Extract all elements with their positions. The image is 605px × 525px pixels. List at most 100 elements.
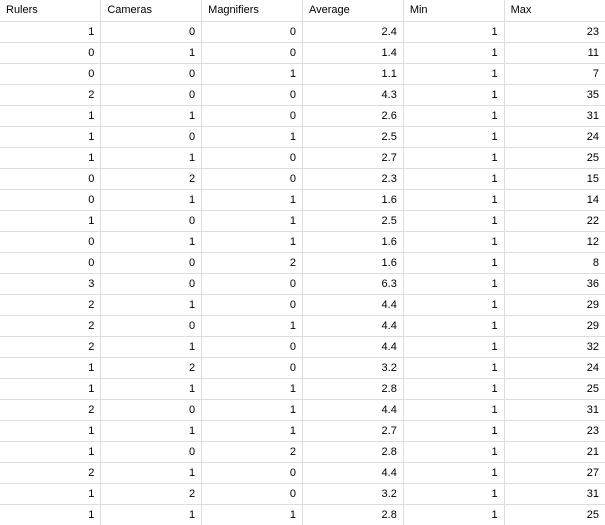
- table-cell: 1: [403, 441, 504, 462]
- table-row: 2014.4131: [0, 399, 605, 420]
- table-cell: 0: [101, 273, 202, 294]
- table-cell: 1: [403, 126, 504, 147]
- table-cell: 4.4: [302, 336, 403, 357]
- table-cell: 1: [101, 336, 202, 357]
- table-cell: 0: [0, 63, 101, 84]
- table-cell: 2.3: [302, 168, 403, 189]
- table-cell: 1: [0, 504, 101, 525]
- table-cell: 4.3: [302, 84, 403, 105]
- table-cell: 2: [101, 483, 202, 504]
- table-row: 0111.6112: [0, 231, 605, 252]
- table-row: 1203.2124: [0, 357, 605, 378]
- table-cell: 0: [202, 462, 303, 483]
- table-cell: 1: [101, 42, 202, 63]
- table-cell: 6.3: [302, 273, 403, 294]
- table-cell: 29: [504, 294, 605, 315]
- table-cell: 1: [403, 399, 504, 420]
- table-cell: 1: [403, 189, 504, 210]
- table-cell: 0: [202, 42, 303, 63]
- header-row: Rulers Cameras Magnifiers Average Min Ma…: [0, 0, 605, 21]
- table-row: 1012.5124: [0, 126, 605, 147]
- table-cell: 11: [504, 42, 605, 63]
- header-rulers: Rulers: [0, 0, 101, 21]
- table-cell: 1.6: [302, 252, 403, 273]
- table-cell: 25: [504, 378, 605, 399]
- table-cell: 2: [202, 252, 303, 273]
- table-cell: 1: [0, 21, 101, 42]
- table-cell: 1: [403, 357, 504, 378]
- table-cell: 4.4: [302, 294, 403, 315]
- table-cell: 4.4: [302, 399, 403, 420]
- table-row: 2104.4127: [0, 462, 605, 483]
- table-cell: 0: [202, 84, 303, 105]
- table-cell: 1: [0, 441, 101, 462]
- table-cell: 1: [202, 210, 303, 231]
- table-cell: 1: [0, 357, 101, 378]
- table-cell: 0: [0, 42, 101, 63]
- table-cell: 2: [0, 84, 101, 105]
- table-cell: 24: [504, 126, 605, 147]
- table-row: 1112.8125: [0, 504, 605, 525]
- table-cell: 1: [403, 336, 504, 357]
- table-cell: 0: [202, 21, 303, 42]
- table-row: 2104.4129: [0, 294, 605, 315]
- table-cell: 2: [0, 399, 101, 420]
- data-table: Rulers Cameras Magnifiers Average Min Ma…: [0, 0, 605, 525]
- table-cell: 0: [101, 252, 202, 273]
- table-cell: 1: [101, 504, 202, 525]
- table-row: 2014.4129: [0, 315, 605, 336]
- table-cell: 1: [202, 189, 303, 210]
- header-max: Max: [504, 0, 605, 21]
- table-cell: 0: [101, 210, 202, 231]
- table-cell: 35: [504, 84, 605, 105]
- table-cell: 25: [504, 504, 605, 525]
- table-cell: 12: [504, 231, 605, 252]
- table-cell: 2: [202, 441, 303, 462]
- table-row: 1022.8121: [0, 441, 605, 462]
- table-cell: 24: [504, 357, 605, 378]
- table-row: 1102.6131: [0, 105, 605, 126]
- table-cell: 4.4: [302, 462, 403, 483]
- table-cell: 27: [504, 462, 605, 483]
- table-cell: 0: [202, 336, 303, 357]
- table-cell: 1: [403, 84, 504, 105]
- table-cell: 1: [0, 378, 101, 399]
- table-cell: 0: [202, 357, 303, 378]
- table-cell: 2.4: [302, 21, 403, 42]
- table-cell: 1: [0, 420, 101, 441]
- table-cell: 1: [101, 189, 202, 210]
- table-cell: 2.7: [302, 420, 403, 441]
- table-cell: 1: [202, 399, 303, 420]
- table-cell: 0: [101, 441, 202, 462]
- table-row: 1203.2131: [0, 483, 605, 504]
- table-cell: 1: [202, 126, 303, 147]
- table-cell: 1: [403, 168, 504, 189]
- table-row: 0202.3115: [0, 168, 605, 189]
- table-cell: 1: [101, 231, 202, 252]
- table-cell: 0: [202, 273, 303, 294]
- table-cell: 1: [403, 21, 504, 42]
- table-cell: 0: [202, 168, 303, 189]
- table-cell: 0: [101, 315, 202, 336]
- table-cell: 1.6: [302, 189, 403, 210]
- table-cell: 1: [0, 105, 101, 126]
- table-row: 2004.3135: [0, 84, 605, 105]
- table-cell: 1: [101, 378, 202, 399]
- table-cell: 2: [0, 315, 101, 336]
- table-cell: 31: [504, 399, 605, 420]
- table-row: 0101.4111: [0, 42, 605, 63]
- table-cell: 23: [504, 420, 605, 441]
- table-cell: 36: [504, 273, 605, 294]
- table-cell: 0: [101, 63, 202, 84]
- table-row: 0021.618: [0, 252, 605, 273]
- table-cell: 2: [0, 462, 101, 483]
- header-min: Min: [403, 0, 504, 21]
- table-cell: 2.6: [302, 105, 403, 126]
- table-cell: 1: [403, 273, 504, 294]
- table-body: 1002.41230101.41110011.1172004.31351102.…: [0, 21, 605, 525]
- header-cameras: Cameras: [101, 0, 202, 21]
- table-cell: 1: [403, 147, 504, 168]
- table-cell: 1: [0, 147, 101, 168]
- table-cell: 1: [202, 63, 303, 84]
- table-cell: 2.5: [302, 126, 403, 147]
